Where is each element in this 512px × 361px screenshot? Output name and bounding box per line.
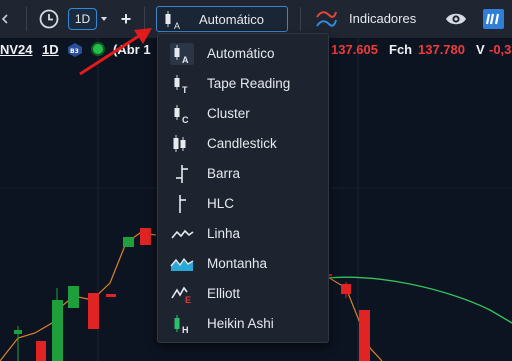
menu-item-elliott[interactable]: E Elliott: [158, 279, 328, 309]
menu-item-cluster[interactable]: C Cluster: [158, 99, 328, 129]
timeframe-info[interactable]: 1D: [42, 42, 59, 57]
variation-label: V: [476, 42, 485, 57]
toolbar-separator: [26, 7, 27, 31]
annotation-arrow: [79, 28, 152, 76]
candle-tape-icon: T: [170, 73, 194, 95]
indicators-icon: [315, 8, 337, 30]
menu-item-label: Tape Reading: [207, 76, 291, 91]
mountain-icon: [170, 253, 194, 275]
dropdown-corner-icon: [280, 24, 286, 39]
price-value: 137.605: [331, 42, 378, 57]
candle-auto-icon: A: [163, 9, 183, 31]
clock-icon[interactable]: [38, 8, 60, 30]
menu-item-label: Automático: [207, 46, 275, 61]
candle-cluster-icon: C: [170, 103, 194, 125]
candlestick-icon: [170, 133, 194, 155]
close-label: Fch: [389, 42, 413, 57]
symbol-label[interactable]: NV24: [0, 42, 33, 57]
indicators-label: Indicadores: [349, 11, 417, 26]
variation-value: -0,3: [489, 42, 512, 57]
hlc-icon: [170, 193, 194, 215]
menu-item-heikin-ashi[interactable]: H Heikin Ashi: [158, 309, 328, 339]
candle-auto-icon: A: [170, 43, 194, 65]
chart-type-selected-label: Automático: [199, 12, 265, 27]
profit-logo-icon[interactable]: [483, 9, 504, 29]
menu-item-candlestick[interactable]: Candlestick: [158, 129, 328, 159]
svg-text:A: A: [174, 21, 180, 31]
menu-item-montanha[interactable]: Montanha: [158, 249, 328, 279]
chart-type-menu: A Automático T Tape Reading C Cluster Ca…: [157, 33, 329, 343]
svg-text:A: A: [182, 55, 189, 65]
chart-type-button[interactable]: A Automático: [156, 6, 288, 39]
elliott-icon: E: [170, 283, 194, 305]
close-value: 137.780: [418, 42, 465, 57]
menu-item-label: Elliott: [207, 286, 241, 301]
menu-item-label: Linha: [207, 226, 241, 241]
indicators-button[interactable]: Indicadores: [313, 7, 425, 31]
menu-item-label: Heikin Ashi: [207, 316, 274, 331]
menu-item-label: Barra: [207, 166, 241, 181]
candles-right: [324, 268, 370, 361]
eye-icon[interactable]: [444, 8, 468, 30]
menu-item-barra[interactable]: Barra: [158, 159, 328, 189]
menu-item-automatico[interactable]: A Automático: [158, 39, 328, 69]
chevron-left-icon[interactable]: [0, 10, 10, 28]
menu-item-label: HLC: [207, 196, 235, 211]
menu-item-hlc[interactable]: HLC: [158, 189, 328, 219]
svg-text:H: H: [182, 325, 189, 335]
line-icon: [170, 223, 194, 245]
menu-item-label: Montanha: [207, 256, 268, 271]
svg-text:C: C: [182, 115, 189, 125]
svg-text:T: T: [182, 85, 188, 95]
menu-item-label: Candlestick: [207, 136, 277, 151]
svg-text:E: E: [185, 295, 191, 305]
heikin-ashi-icon: H: [170, 313, 194, 335]
menu-item-label: Cluster: [207, 106, 250, 121]
bar-icon: [170, 163, 194, 185]
candles-left: [14, 228, 151, 361]
toolbar-separator: [300, 7, 301, 31]
menu-item-linha[interactable]: Linha: [158, 219, 328, 249]
menu-item-tape-reading[interactable]: T Tape Reading: [158, 69, 328, 99]
